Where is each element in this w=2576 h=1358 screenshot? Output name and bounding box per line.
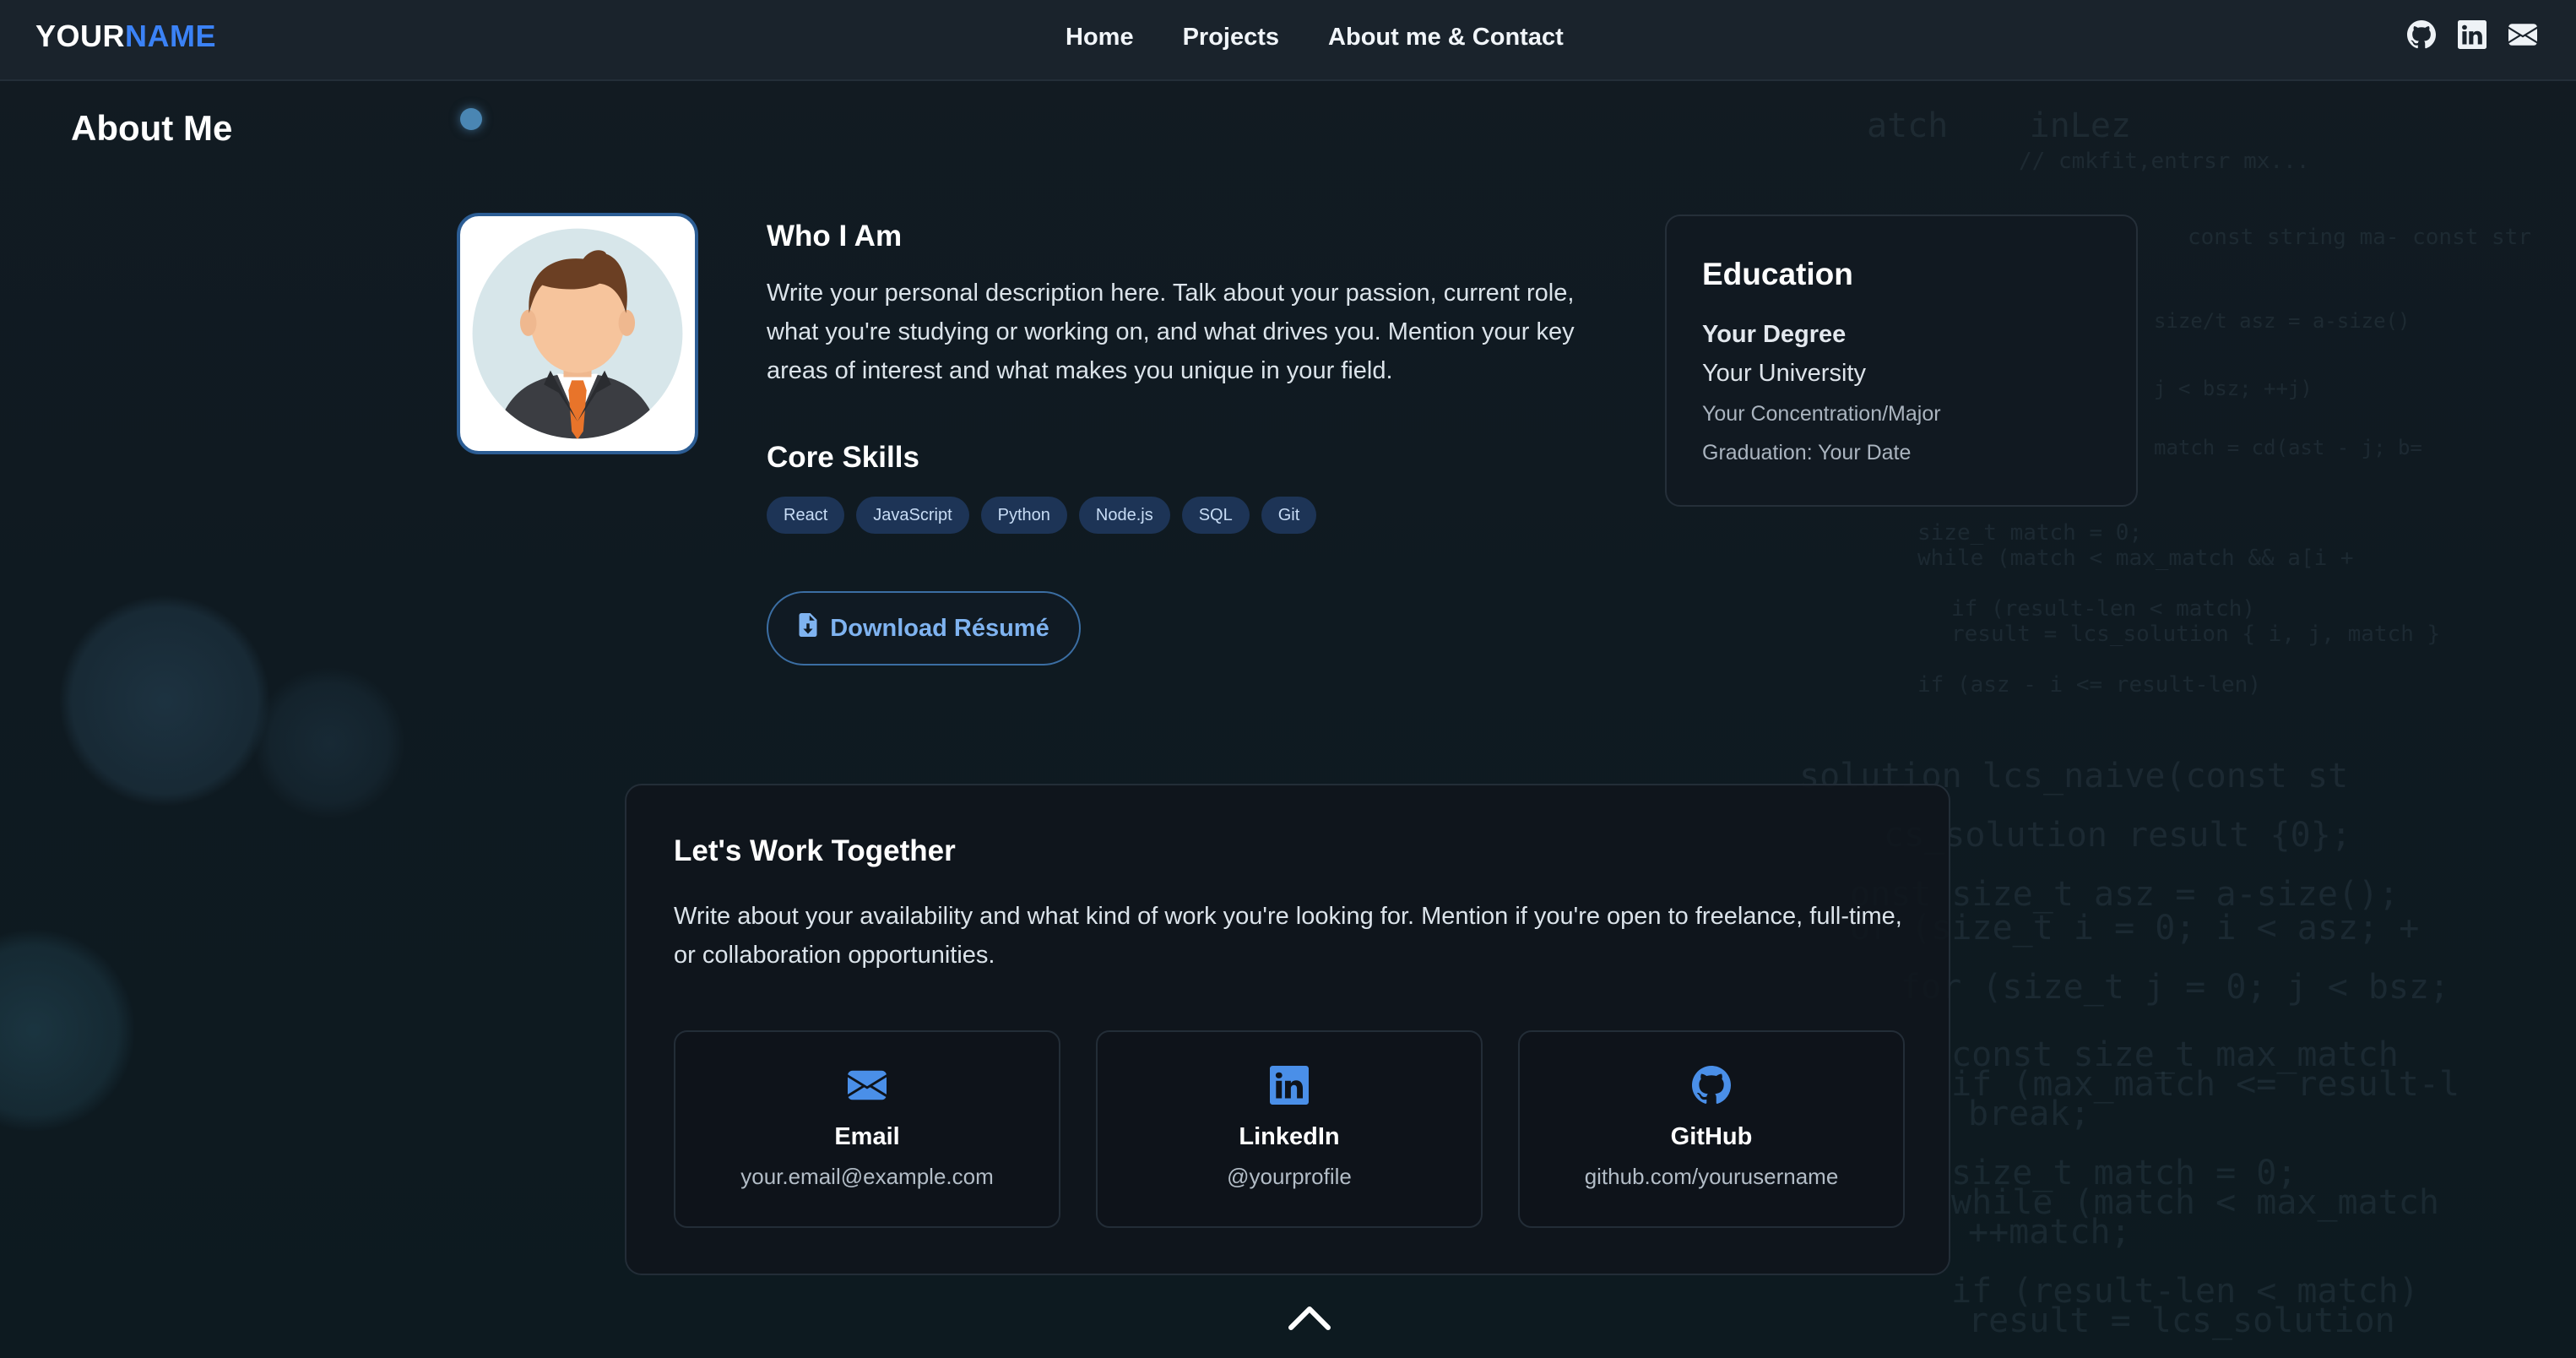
work-together-text: Write about your availability and what k… [674,903,1902,969]
education-degree: Your Degree [1702,321,1847,348]
contact-card-title: LinkedIn [1239,1123,1340,1150]
skill-chip: SQL [1181,497,1250,534]
skill-chip: React [767,497,845,534]
nav-social-icons [2407,20,2537,49]
page-title: About Me [71,108,233,148]
skills-list: React JavaScript Python Node.js SQL Git [767,497,1317,534]
contact-card-value: @yourprofile [1227,1164,1352,1189]
contact-cards: Email your.email@example.com LinkedIn @y… [674,1030,1905,1228]
nav-link-home[interactable]: Home [1066,20,1134,54]
education-university: Your University [1702,360,1866,387]
who-i-am-description: Write your personal description here. Ta… [767,280,1575,384]
download-resume-label: Download Résumé [830,614,1049,642]
download-resume-button[interactable]: Download Résumé [767,591,1081,665]
logo-part-name: NAME [125,19,217,53]
github-icon[interactable] [2407,20,2437,49]
contact-card-value: your.email@example.com [740,1164,994,1189]
file-download-icon [798,613,818,644]
contact-card-title: GitHub [1670,1123,1753,1150]
skill-chip: Python [980,497,1067,534]
logo-part-your: YOUR [35,19,126,53]
contact-card-github[interactable]: GitHub github.com/yourusername [1518,1030,1905,1228]
education-graduation: Graduation: Your Date [1702,441,1912,464]
chevron-up-icon[interactable] [1288,1302,1331,1331]
contact-card-email[interactable]: Email your.email@example.com [674,1030,1060,1228]
nav-link-about-contact[interactable]: About me & Contact [1328,20,1564,54]
work-together-section: Let's Work Together Write about your ava… [625,784,1950,1275]
skill-chip: JavaScript [856,497,969,534]
core-skills-heading: Core Skills [767,441,919,474]
skill-chip: Git [1261,497,1317,534]
github-icon [1692,1066,1732,1105]
logo[interactable]: YOURNAME [35,19,216,54]
navbar: YOURNAME Home Projects About me & Contac… [0,0,2576,81]
education-card: Education Your Degree Your University Yo… [1665,215,2138,507]
education-major: Your Concentration/Major [1702,402,1941,426]
avatar [457,213,698,454]
skill-chip: Node.js [1078,497,1170,534]
who-i-am-heading: Who I Am [767,220,903,253]
linkedin-icon[interactable] [2458,20,2487,49]
email-icon [848,1066,887,1105]
avatar-illustration [472,228,683,439]
glow-dot [460,108,482,130]
work-together-heading: Let's Work Together [674,834,956,867]
contact-card-linkedin[interactable]: LinkedIn @yourprofile [1096,1030,1483,1228]
email-icon[interactable] [2508,20,2537,49]
contact-card-value: github.com/yourusername [1584,1164,1839,1189]
linkedin-icon [1270,1066,1309,1105]
education-heading: Education [1702,257,1853,291]
nav-link-projects[interactable]: Projects [1183,20,1279,54]
contact-card-title: Email [834,1123,900,1150]
nav-menu: Home Projects About me & Contact [1066,20,1613,54]
